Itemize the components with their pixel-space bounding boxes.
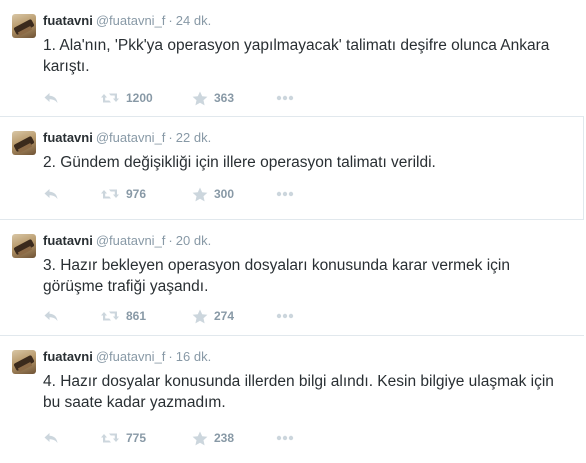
- star-icon: [192, 187, 208, 201]
- favorite-button[interactable]: 363: [192, 90, 234, 106]
- retweet-button[interactable]: 1200: [100, 90, 153, 106]
- more-dots-icon: [276, 313, 294, 319]
- star-icon: [192, 431, 208, 445]
- retweet-icon: [101, 93, 119, 103]
- avatar[interactable]: [12, 131, 36, 155]
- more-button[interactable]: [276, 308, 294, 324]
- separator-dot: ·: [168, 233, 173, 248]
- tweet-timestamp[interactable]: 16 dk.: [176, 349, 211, 364]
- tweet[interactable]: fuatavni @fuatavni_f · 16 dk. 4. Hazır dosy…: [0, 336, 584, 463]
- more-button[interactable]: [276, 90, 294, 106]
- reply-button[interactable]: [43, 90, 59, 106]
- separator-dot: ·: [168, 130, 173, 145]
- separator-dot: ·: [168, 13, 173, 28]
- star-icon: [192, 91, 208, 105]
- favorite-button[interactable]: 300: [192, 186, 234, 202]
- retweet-count: 976: [126, 187, 147, 201]
- tweet[interactable]: fuatavni @fuatavni_f · 20 dk. 3. Hazır bekl…: [0, 220, 584, 336]
- favorite-count: 274: [214, 309, 235, 323]
- avatar[interactable]: [12, 234, 36, 258]
- tweet-text: 1. Ala'nın, 'Pkk'ya operasyon yapılmayac…: [43, 37, 550, 75]
- retweet-count: 861: [126, 309, 147, 323]
- user-handle[interactable]: @fuatavni_f: [96, 130, 166, 145]
- tweet-header: fuatavni @fuatavni_f · 16 dk.: [43, 349, 211, 365]
- tweet-timestamp[interactable]: 20 dk.: [176, 233, 211, 248]
- user-handle[interactable]: @fuatavni_f: [96, 233, 166, 248]
- more-dots-icon: [276, 191, 294, 197]
- reply-icon: [44, 189, 58, 199]
- star-icon: [192, 309, 208, 323]
- retweet-button[interactable]: 976: [100, 186, 146, 202]
- reply-button[interactable]: [43, 430, 59, 446]
- tweet-actions: 775 238: [43, 430, 443, 446]
- user-name[interactable]: fuatavni: [43, 349, 93, 364]
- retweet-button[interactable]: 775: [100, 430, 146, 446]
- tweet[interactable]: fuatavni @fuatavni_f · 22 dk. 2. Gündem değ…: [0, 117, 584, 220]
- retweet-icon: [101, 189, 119, 199]
- retweet-button[interactable]: 861: [100, 308, 146, 324]
- tweet-actions: 1200 363: [43, 90, 443, 106]
- user-handle[interactable]: @fuatavni_f: [96, 13, 166, 28]
- tweet-header: fuatavni @fuatavni_f · 20 dk.: [43, 233, 211, 249]
- avatar[interactable]: [12, 350, 36, 374]
- tweet-header: fuatavni @fuatavni_f · 22 dk.: [43, 130, 211, 146]
- user-name[interactable]: fuatavni: [43, 233, 93, 248]
- user-name[interactable]: fuatavni: [43, 13, 93, 28]
- more-button[interactable]: [276, 430, 294, 446]
- user-name[interactable]: fuatavni: [43, 130, 93, 145]
- user-handle[interactable]: @fuatavni_f: [96, 349, 166, 364]
- reply-button[interactable]: [43, 308, 59, 324]
- tweet-actions: 861 274: [43, 308, 443, 324]
- tweet-actions: 976 300: [43, 186, 443, 202]
- reply-button[interactable]: [43, 186, 59, 202]
- reply-icon: [44, 93, 58, 103]
- more-button[interactable]: [276, 186, 294, 202]
- reply-icon: [44, 433, 58, 443]
- tweet-timestamp[interactable]: 24 dk.: [176, 13, 211, 28]
- tweet-header: fuatavni @fuatavni_f · 24 dk.: [43, 13, 211, 29]
- more-dots-icon: [276, 95, 294, 101]
- favorite-count: 238: [214, 431, 235, 445]
- retweet-icon: [101, 433, 119, 443]
- favorite-button[interactable]: 238: [192, 430, 234, 446]
- more-dots-icon: [276, 435, 294, 441]
- tweet-text: 4. Hazır dosyalar konusunda illerden bil…: [43, 373, 554, 411]
- tweet-timestamp[interactable]: 22 dk.: [176, 130, 211, 145]
- avatar[interactable]: [12, 14, 36, 38]
- retweet-icon: [101, 311, 119, 321]
- tweet[interactable]: fuatavni @fuatavni_f · 24 dk. 1. Ala'nın, '…: [0, 0, 584, 117]
- retweet-count: 1200: [126, 91, 153, 105]
- retweet-count: 775: [126, 431, 147, 445]
- reply-icon: [44, 311, 58, 321]
- tweet-text: 3. Hazır bekleyen operasyon dosyaları ko…: [43, 257, 510, 295]
- favorite-count: 300: [214, 187, 235, 201]
- tweet-text: 2. Gündem değişikliği için illere operas…: [43, 154, 436, 171]
- favorite-count: 363: [214, 91, 235, 105]
- favorite-button[interactable]: 274: [192, 308, 234, 324]
- separator-dot: ·: [168, 349, 173, 364]
